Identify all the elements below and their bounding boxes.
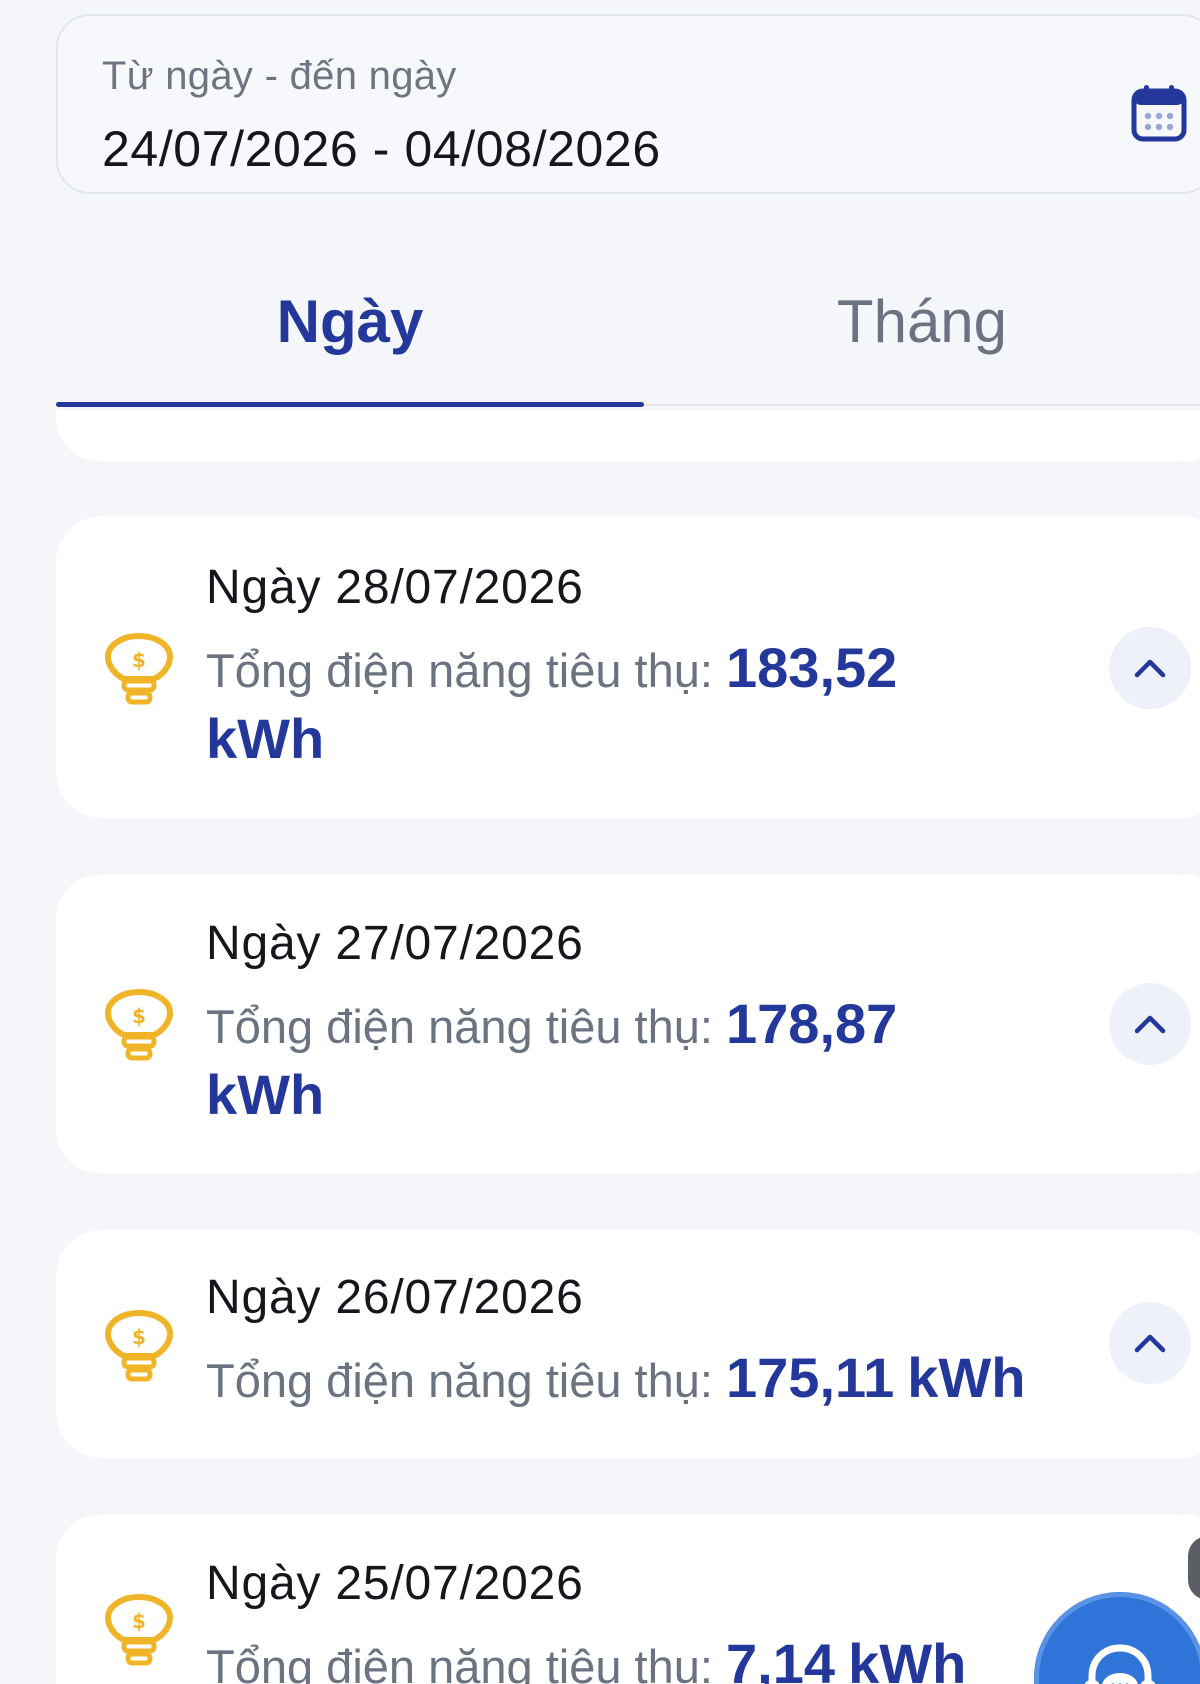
record-date: Ngày 27/07/2026 [206, 917, 584, 970]
previous-card-partial [56, 410, 1200, 462]
tab-day[interactable]: Ngày [56, 246, 644, 396]
record-date: Ngày 28/07/2026 [206, 561, 584, 614]
tab-divider [644, 404, 1200, 406]
lightbulb-icon: $ [105, 989, 173, 1061]
consumption-label: Tổng điện năng tiêu thụ: [206, 1640, 713, 1684]
calendar-button[interactable] [1122, 76, 1196, 150]
record-consumption: Tổng điện năng tiêu thụ: 7,14 kWh [206, 1630, 1096, 1684]
consumption-value: 175,11 [726, 1346, 895, 1409]
consumption-value: 178,87 [726, 992, 898, 1055]
day-record-card[interactable]: $ Ngày 25/07/2026 Tổng điện năng tiêu th… [56, 1514, 1200, 1684]
record-consumption: Tổng điện năng tiêu thụ: 175,11 kWh [206, 1344, 1136, 1415]
lightbulb-icon: $ [105, 633, 173, 705]
expand-toggle-button[interactable] [1109, 983, 1191, 1065]
record-date: Ngày 26/07/2026 [206, 1271, 584, 1324]
record-consumption: Tổng điện năng tiêu thụ: 183,52 kWh [206, 634, 1096, 776]
day-record-card[interactable]: $ Ngày 26/07/2026 Tổng điện năng tiêu th… [56, 1230, 1200, 1458]
consumption-unit: kWh [848, 1632, 967, 1684]
consumption-value: 183,52 [726, 636, 898, 699]
lightbulb-icon: $ [105, 1310, 173, 1382]
chevron-up-icon [1134, 1334, 1166, 1353]
date-range-field[interactable]: Từ ngày - đến ngày 24/07/2026 - 04/08/20… [56, 14, 1200, 194]
consumption-unit: kWh [206, 707, 325, 770]
record-date: Ngày 25/07/2026 [206, 1557, 584, 1610]
chevron-up-icon [1134, 659, 1166, 678]
expand-toggle-button[interactable] [1109, 627, 1191, 709]
tab-month[interactable]: Tháng [644, 246, 1200, 396]
date-range-label: Từ ngày - đến ngày [102, 54, 457, 98]
active-tab-indicator [56, 402, 644, 407]
consumption-unit: kWh [206, 1063, 325, 1126]
date-range-value: 24/07/2026 - 04/08/2026 [102, 121, 661, 177]
svg-text:$: $ [132, 1609, 146, 1633]
calendar-icon [1131, 85, 1187, 142]
headset-support-icon [1084, 1644, 1156, 1684]
day-record-card[interactable]: $ Ngày 27/07/2026 Tổng điện năng tiêu th… [56, 874, 1200, 1174]
consumption-unit: kWh [907, 1346, 1026, 1409]
svg-text:$: $ [132, 1004, 146, 1028]
svg-text:$: $ [132, 1325, 146, 1349]
chevron-up-icon [1134, 1015, 1166, 1034]
record-consumption: Tổng điện năng tiêu thụ: 178,87 kWh [206, 990, 1096, 1132]
consumption-label: Tổng điện năng tiêu thụ: [206, 644, 713, 697]
app-root: Từ ngày - đến ngày 24/07/2026 - 04/08/20… [0, 0, 1200, 1684]
lightbulb-icon: $ [105, 1594, 173, 1666]
expand-toggle-button[interactable] [1109, 1302, 1191, 1384]
day-record-card[interactable]: $ Ngày 28/07/2026 Tổng điện năng tiêu th… [56, 516, 1200, 818]
consumption-label: Tổng điện năng tiêu thụ: [206, 1000, 713, 1053]
period-tabs: Ngày Tháng [56, 252, 1200, 410]
consumption-label: Tổng điện năng tiêu thụ: [206, 1354, 713, 1407]
consumption-value: 7,14 [726, 1632, 836, 1684]
svg-text:$: $ [132, 648, 146, 672]
